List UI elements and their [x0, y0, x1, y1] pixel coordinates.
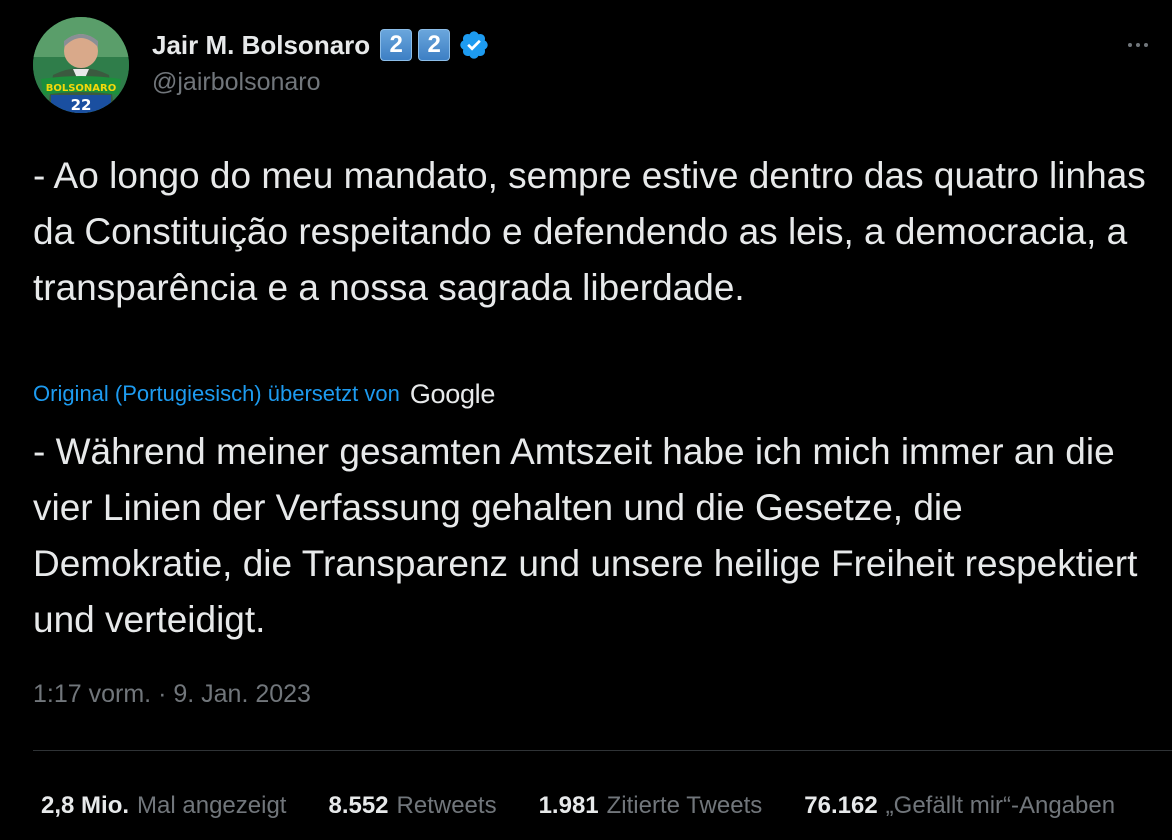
timestamp-separator: · [158, 680, 167, 708]
tweet-date[interactable]: 9. Jan. 2023 [173, 680, 311, 708]
number-two-emoji: 2 [418, 29, 451, 61]
author-handle[interactable]: @jairbolsonaro [152, 68, 321, 97]
stat-label: „Gefällt mir“-Angaben [885, 792, 1116, 819]
more-options-button[interactable] [1118, 30, 1158, 60]
stat-quote-tweets[interactable]: 1.981 Zitierte Tweets [539, 792, 763, 820]
avatar-number: 22 [71, 96, 92, 113]
tweet-timestamp: 1:17 vorm. · 9. Jan. 2023 [33, 680, 311, 709]
stat-value: 1.981 [538, 792, 599, 819]
tweet-original-text: - Ao longo do meu mandato, sempre estive… [33, 155, 1157, 308]
more-dots-icon [1144, 43, 1148, 47]
tweet-time[interactable]: 1:17 vorm. [33, 680, 151, 708]
tweet-translated-text: - Während meiner gesamten Amtszeit habe … [33, 431, 1148, 640]
translation-attribution: Original (Portugiesisch) übersetzt von G… [33, 376, 495, 412]
more-dots-icon [1136, 43, 1140, 47]
stat-value: 2,8 Mio. [41, 792, 130, 819]
avatar-image: BOLSONARO 22 [33, 17, 129, 113]
stat-label: Retweets [396, 792, 497, 819]
stat-likes[interactable]: 76.162 „Gefällt mir“-Angaben [804, 792, 1115, 820]
stats-divider [33, 750, 1172, 751]
stat-views[interactable]: 2,8 Mio. Mal angezeigt [41, 792, 286, 820]
translation-source-link[interactable]: Original (Portugiesisch) übersetzt von [33, 381, 400, 407]
stat-value: 76.162 [804, 792, 878, 819]
more-dots-icon [1128, 43, 1132, 47]
number-two-emoji: 2 [380, 29, 413, 61]
avatar[interactable]: BOLSONARO 22 [33, 17, 129, 113]
author-display-name[interactable]: Jair M. Bolsonaro [152, 30, 370, 61]
author-name-row: Jair M. Bolsonaro 2 2 [152, 26, 490, 64]
tweet-stats: 2,8 Mio. Mal angezeigt 8.552 Retweets 1.… [41, 786, 1157, 826]
stat-label: Zitierte Tweets [606, 792, 763, 819]
stat-value: 8.552 [328, 792, 389, 819]
google-logo: Google [409, 378, 496, 409]
tweet-detail: BOLSONARO 22 Jair M. Bolsonaro 2 2 @jair… [0, 0, 1172, 840]
verified-badge-icon[interactable] [458, 29, 490, 61]
stat-retweets[interactable]: 8.552 Retweets [328, 792, 496, 820]
stat-label: Mal angezeigt [137, 792, 287, 819]
avatar-text: BOLSONARO [46, 83, 117, 94]
